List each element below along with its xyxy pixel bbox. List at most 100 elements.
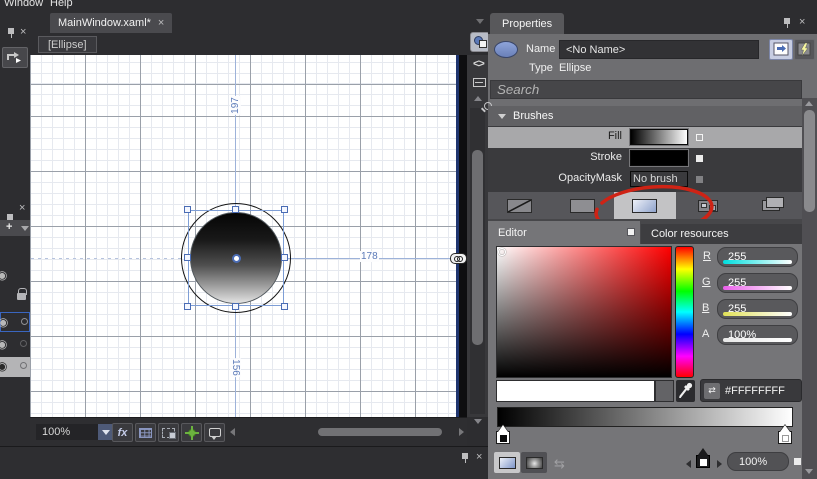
xaml-view-button[interactable]: <>: [473, 58, 484, 70]
selection-handle-sw[interactable]: [184, 303, 191, 310]
stop-offset-field[interactable]: 100%: [727, 452, 789, 471]
brush-resources-tab[interactable]: [739, 192, 802, 219]
stop-selector[interactable]: [696, 455, 710, 468]
gradient-stop-white[interactable]: [778, 431, 792, 444]
brushes-section-header[interactable]: Brushes: [488, 106, 802, 126]
opacitymask-property-marker[interactable]: [696, 176, 703, 183]
chevron-down-icon[interactable]: [21, 226, 29, 231]
channel-b-input[interactable]: 255: [717, 299, 798, 319]
add-icon[interactable]: +: [6, 221, 12, 233]
solid-brush-tab[interactable]: [551, 192, 614, 219]
stroke-swatch[interactable]: [630, 150, 688, 166]
gradient-brush-tab-selected[interactable]: [614, 192, 677, 219]
radial-gradient-button[interactable]: [521, 452, 547, 473]
fill-swatch[interactable]: [630, 129, 688, 145]
tab-color-resources[interactable]: Color resources: [641, 224, 802, 244]
hscroll-right-icon[interactable]: [459, 428, 464, 436]
selection-handle-n[interactable]: [232, 206, 239, 213]
pin-icon[interactable]: [461, 453, 470, 463]
search-input[interactable]: [490, 80, 802, 99]
pin-icon[interactable]: [783, 18, 792, 28]
swap-arrows-icon[interactable]: ⇄: [704, 383, 720, 399]
opacitymask-row[interactable]: OpacityMask No brush: [488, 169, 802, 190]
properties-view-button[interactable]: [769, 39, 793, 60]
tab-close-icon[interactable]: ×: [158, 18, 164, 28]
transform-center-point[interactable]: [232, 254, 241, 263]
fill-property-marker[interactable]: [696, 134, 703, 141]
channel-g-input[interactable]: 255: [717, 273, 798, 293]
tab-list-chevron-icon[interactable]: [476, 19, 484, 24]
properties-tab[interactable]: Properties: [490, 13, 564, 34]
hscroll-left-icon[interactable]: [230, 428, 235, 436]
close-icon[interactable]: ×: [799, 17, 805, 27]
no-brush-tab[interactable]: [488, 192, 551, 219]
visibility-eye-icon[interactable]: ◉: [0, 316, 8, 328]
effects-toggle-button[interactable]: fx: [112, 423, 133, 442]
show-gridlines-button[interactable]: [135, 423, 156, 442]
selection-handle-se[interactable]: [281, 303, 288, 310]
fill-row[interactable]: Fill: [488, 127, 802, 148]
horizontal-scrollbar-thumb[interactable]: [318, 428, 442, 436]
document-tab[interactable]: MainWindow.xaml* ×: [50, 13, 172, 33]
tile-brush-tab[interactable]: [676, 192, 739, 219]
reverse-stops-icon[interactable]: ⇆: [554, 456, 565, 472]
scope-up-button[interactable]: [2, 47, 28, 68]
annotations-button[interactable]: [204, 423, 225, 442]
eyedropper-button[interactable]: [676, 380, 695, 402]
gradient-stop-black-selected[interactable]: [496, 431, 510, 444]
visibility-eye-icon[interactable]: ◉: [0, 338, 7, 350]
vertical-scrollbar-thumb[interactable]: [472, 150, 483, 345]
breadcrumb-ellipse[interactable]: [Ellipse]: [38, 36, 97, 53]
record-dot-icon[interactable]: [20, 362, 27, 369]
object-row-highlight[interactable]: ◉: [0, 357, 30, 377]
next-stop-icon[interactable]: [717, 460, 722, 468]
record-dot-icon[interactable]: [20, 340, 27, 347]
selection-handle-w[interactable]: [184, 254, 191, 261]
previous-stop-icon[interactable]: [686, 460, 691, 468]
gradient-stops-bar[interactable]: [497, 407, 793, 427]
snap-to-grid-button[interactable]: [158, 423, 179, 442]
pin-icon[interactable]: [7, 28, 16, 38]
object-row[interactable]: ◉: [0, 335, 30, 355]
selection-handle-ne[interactable]: [281, 206, 288, 213]
snap-to-snaplines-button[interactable]: [181, 423, 202, 442]
scroll-up-icon[interactable]: [805, 101, 813, 106]
close-icon[interactable]: ×: [19, 203, 25, 213]
design-view-button[interactable]: [470, 32, 490, 52]
color-picker-indicator[interactable]: [498, 248, 506, 256]
properties-scrollbar-thumb[interactable]: [804, 110, 815, 212]
selection-handle-s[interactable]: [232, 303, 239, 310]
split-view-icon[interactable]: [473, 78, 486, 87]
selection-handle-nw[interactable]: [184, 206, 191, 213]
channel-r-input[interactable]: 255: [717, 247, 798, 267]
saturation-value-picker[interactable]: [496, 246, 672, 378]
stroke-row[interactable]: Stroke: [488, 148, 802, 169]
properties-scrollbar[interactable]: [802, 98, 817, 479]
hex-value-field[interactable]: ⇄ #FFFFFFFF: [700, 379, 802, 402]
close-icon[interactable]: ×: [476, 452, 482, 462]
menu-help[interactable]: Help: [50, 0, 73, 9]
margin-anchor-chain-icon[interactable]: [450, 253, 467, 264]
offset-property-marker[interactable]: [794, 458, 801, 465]
events-view-button[interactable]: [794, 39, 815, 60]
selection-handle-e[interactable]: [281, 254, 288, 261]
visibility-eye-icon[interactable]: ◉: [0, 360, 7, 372]
editor-property-marker[interactable]: [627, 228, 635, 236]
object-row-selected[interactable]: ◉: [0, 312, 30, 332]
lock-icon[interactable]: [17, 293, 26, 300]
stroke-property-marker[interactable]: [696, 155, 703, 162]
visibility-eye-icon[interactable]: ◉: [0, 269, 7, 281]
name-input[interactable]: [559, 40, 759, 59]
scroll-up-icon[interactable]: [474, 96, 482, 101]
menu-window[interactable]: Window: [4, 0, 43, 9]
record-dot-icon[interactable]: [21, 318, 28, 325]
close-icon[interactable]: ×: [20, 27, 26, 37]
scroll-down-icon[interactable]: [474, 419, 482, 424]
hue-slider[interactable]: [675, 246, 694, 378]
tab-editor-selected[interactable]: Editor: [488, 221, 640, 244]
zoom-level-select[interactable]: 100%: [36, 424, 98, 440]
linear-gradient-button[interactable]: [494, 452, 520, 473]
channel-a-input[interactable]: 100%: [717, 325, 798, 345]
scroll-down-icon[interactable]: [805, 469, 813, 474]
opacitymask-swatch[interactable]: No brush: [630, 171, 688, 187]
